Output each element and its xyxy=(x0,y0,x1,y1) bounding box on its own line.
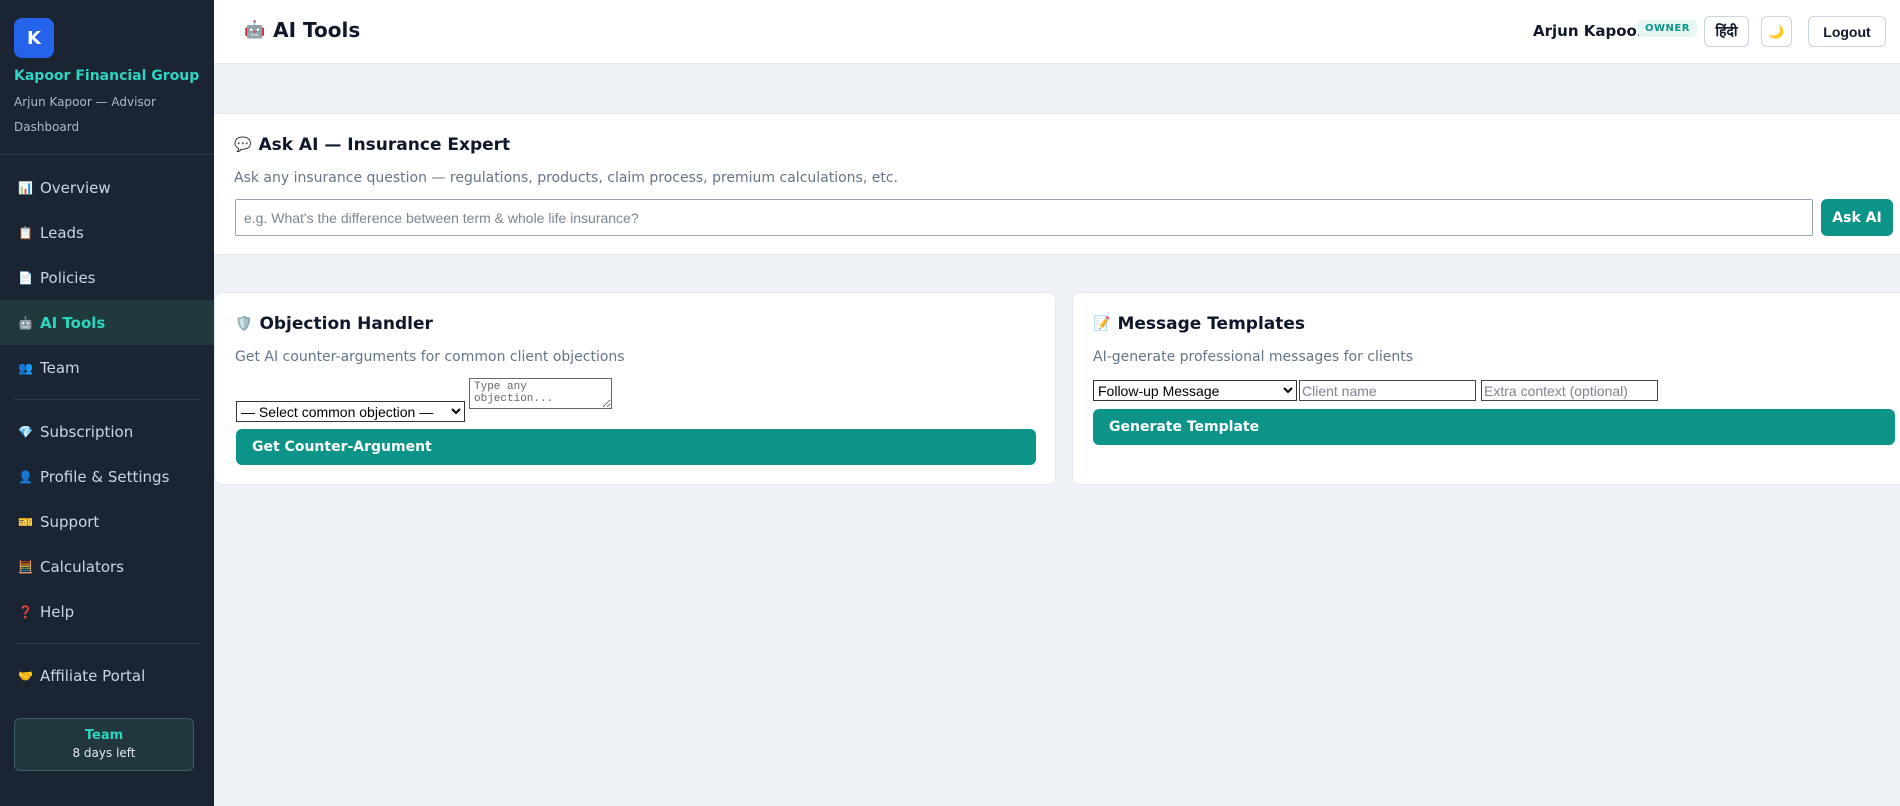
sidebar-item-support[interactable]: 🎫 Support xyxy=(0,499,214,544)
robot-icon: 🤖 xyxy=(244,20,266,40)
sidebar-item-help[interactable]: ❓ Help xyxy=(0,589,214,634)
gem-icon: 💎 xyxy=(18,424,33,439)
moon-icon: 🌙 xyxy=(1768,23,1785,39)
page-title-text: AI Tools xyxy=(273,18,361,42)
objection-handler-description: Get AI counter-arguments for common clie… xyxy=(235,349,625,365)
sidebar-item-policies[interactable]: 📄 Policies xyxy=(0,255,214,300)
extra-context-input[interactable] xyxy=(1481,380,1658,401)
brand-block: K Kapoor Financial Group Arjun Kapoor — … xyxy=(0,0,214,155)
sidebar-item-affiliate-portal[interactable]: 🤝 Affiliate Portal xyxy=(0,653,214,698)
sidebar-item-label: Subscription xyxy=(40,422,134,441)
sidebar-item-label: Policies xyxy=(40,268,96,287)
brand-subtitle-line2: Dashboard xyxy=(14,120,80,134)
sidebar-item-profile-settings[interactable]: 👤 Profile & Settings xyxy=(0,454,214,499)
sidebar-divider xyxy=(14,643,200,644)
client-name-input[interactable] xyxy=(1299,380,1476,401)
plan-name: Team xyxy=(84,728,124,743)
logout-button[interactable]: Logout xyxy=(1808,16,1886,47)
message-templates-description: AI-generate professional messages for cl… xyxy=(1093,349,1414,365)
ticket-icon: 🎫 xyxy=(18,514,33,529)
ask-ai-input[interactable] xyxy=(235,199,1813,236)
chart-icon: 📊 xyxy=(18,180,33,195)
clipboard-icon: 📋 xyxy=(18,225,33,240)
handshake-icon: 🤝 xyxy=(18,668,33,683)
template-type-select[interactable]: Follow-up Message xyxy=(1093,380,1297,401)
top-header: 🤖 AI Tools Arjun Kapoor OWNER हिंदी 🌙 Lo… xyxy=(214,0,1900,64)
sidebar-item-label: Calculators xyxy=(40,557,124,576)
sidebar-item-label: Team xyxy=(40,358,80,377)
objection-textarea[interactable] xyxy=(469,378,612,409)
sidebar-item-label: Overview xyxy=(40,178,111,197)
sidebar-item-label: AI Tools xyxy=(40,313,106,332)
objection-handler-title-text: Objection Handler xyxy=(259,314,433,334)
sidebar-item-label: Affiliate Portal xyxy=(40,666,146,685)
sidebar-item-leads[interactable]: 📋 Leads xyxy=(0,210,214,255)
plan-badge[interactable]: Team 8 days left xyxy=(14,718,194,771)
ask-ai-description: Ask any insurance question — regulations… xyxy=(234,170,898,186)
brand-subtitle: Arjun Kapoor — Advisor Dashboard xyxy=(14,90,200,140)
question-icon: ❓ xyxy=(18,604,33,619)
message-templates-card: 📝 Message Templates AI-generate professi… xyxy=(1072,292,1900,485)
sidebar-item-label: Support xyxy=(40,512,100,531)
role-badge: OWNER xyxy=(1638,20,1697,37)
sidebar-item-overview[interactable]: 📊 Overview xyxy=(0,165,214,210)
sidebar-item-label: Help xyxy=(40,602,75,621)
language-toggle-button[interactable]: हिंदी xyxy=(1704,16,1749,47)
ask-ai-title: 💬 Ask AI — Insurance Expert xyxy=(234,135,510,155)
sidebar-item-label: Leads xyxy=(40,223,84,242)
sidebar: K Kapoor Financial Group Arjun Kapoor — … xyxy=(0,0,214,806)
ask-ai-title-text: Ask AI — Insurance Expert xyxy=(258,135,511,155)
objection-handler-title: 🛡️ Objection Handler xyxy=(235,314,433,334)
shield-icon: 🛡️ xyxy=(235,316,253,332)
theme-toggle-button[interactable]: 🌙 xyxy=(1761,16,1792,47)
sidebar-divider xyxy=(14,399,200,400)
speech-bubble-icon: 💬 xyxy=(234,137,252,153)
brand-name: Kapoor Financial Group xyxy=(14,68,200,84)
objection-handler-card: 🛡️ Objection Handler Get AI counter-argu… xyxy=(214,292,1056,485)
ask-ai-card: 💬 Ask AI — Insurance Expert Ask any insu… xyxy=(214,113,1900,255)
objection-select[interactable]: — Select common objection — xyxy=(236,401,465,422)
sidebar-item-calculators[interactable]: 🧮 Calculators xyxy=(0,544,214,589)
ask-ai-button[interactable]: Ask AI xyxy=(1821,199,1893,236)
brand-logo: K xyxy=(14,18,54,58)
robot-icon: 🤖 xyxy=(18,315,33,330)
sidebar-item-label: Profile & Settings xyxy=(40,467,170,486)
memo-icon: 📝 xyxy=(1093,316,1111,332)
message-templates-title: 📝 Message Templates xyxy=(1093,314,1305,334)
brand-subtitle-line1: Arjun Kapoor — Advisor xyxy=(14,95,156,109)
message-templates-title-text: Message Templates xyxy=(1117,314,1306,334)
get-counter-argument-button[interactable]: Get Counter-Argument xyxy=(236,429,1036,465)
sidebar-item-team[interactable]: 👥 Team xyxy=(0,345,214,390)
plan-days-left: 8 days left xyxy=(72,746,136,760)
team-icon: 👥 xyxy=(18,360,33,375)
user-name: Arjun Kapoor xyxy=(1533,22,1645,40)
document-icon: 📄 xyxy=(18,270,33,285)
user-icon: 👤 xyxy=(18,469,33,484)
generate-template-button[interactable]: Generate Template xyxy=(1093,409,1895,445)
sidebar-item-ai-tools[interactable]: 🤖 AI Tools xyxy=(0,300,214,345)
page-title: 🤖 AI Tools xyxy=(244,18,360,42)
sidebar-item-subscription[interactable]: 💎 Subscription xyxy=(0,409,214,454)
calculator-icon: 🧮 xyxy=(18,559,33,574)
